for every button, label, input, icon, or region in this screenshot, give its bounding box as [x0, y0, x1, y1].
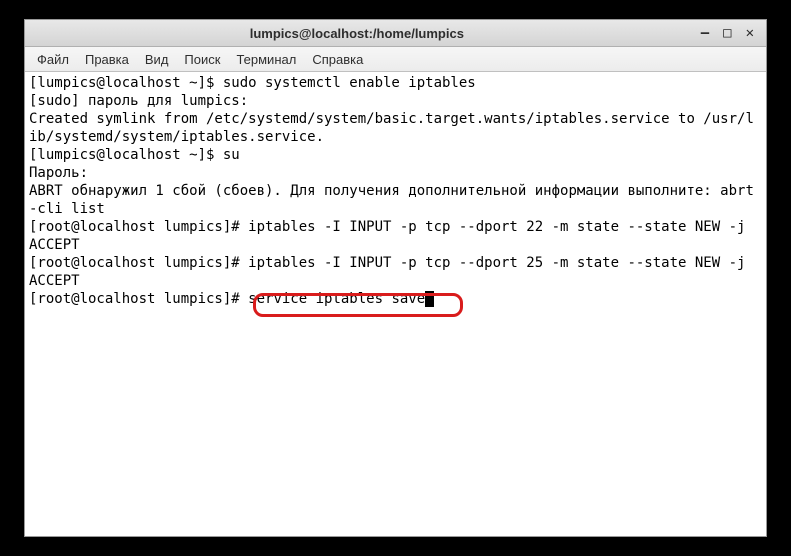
- terminal-line: [lumpics@localhost ~]$ sudo systemctl en…: [29, 75, 476, 91]
- close-button[interactable]: ✕: [746, 25, 754, 41]
- titlebar[interactable]: lumpics@localhost:/home/lumpics — □ ✕: [25, 20, 766, 47]
- terminal-line: [lumpics@localhost ~]$ su: [29, 147, 240, 163]
- menu-file[interactable]: Файл: [31, 50, 75, 69]
- terminal-line: [root@localhost lumpics]# iptables -I IN…: [29, 219, 754, 253]
- menu-terminal[interactable]: Терминал: [230, 50, 302, 69]
- terminal-line: ABRT обнаружил 1 сбой (сбоев). Для получ…: [29, 183, 754, 217]
- window-title: lumpics@localhost:/home/lumpics: [25, 26, 689, 41]
- terminal-line: Created symlink from /etc/systemd/system…: [29, 111, 754, 145]
- terminal-window: lumpics@localhost:/home/lumpics — □ ✕ Фа…: [24, 19, 767, 537]
- terminal-command: service iptables save: [248, 291, 425, 307]
- minimize-button[interactable]: —: [701, 25, 709, 41]
- menu-edit[interactable]: Правка: [79, 50, 135, 69]
- menu-view[interactable]: Вид: [139, 50, 175, 69]
- terminal-output[interactable]: [lumpics@localhost ~]$ sudo systemctl en…: [25, 72, 766, 536]
- terminal-prompt: [root@localhost lumpics]#: [29, 291, 248, 307]
- menu-help[interactable]: Справка: [306, 50, 369, 69]
- terminal-line: [root@localhost lumpics]# iptables -I IN…: [29, 255, 754, 289]
- window-controls: — □ ✕: [689, 25, 766, 41]
- maximize-button[interactable]: □: [723, 25, 731, 41]
- terminal-line: Пароль:: [29, 165, 88, 181]
- terminal-cursor: [425, 291, 434, 307]
- terminal-line: [sudo] пароль для lumpics:: [29, 93, 248, 109]
- menu-search[interactable]: Поиск: [178, 50, 226, 69]
- menubar: Файл Правка Вид Поиск Терминал Справка: [25, 47, 766, 72]
